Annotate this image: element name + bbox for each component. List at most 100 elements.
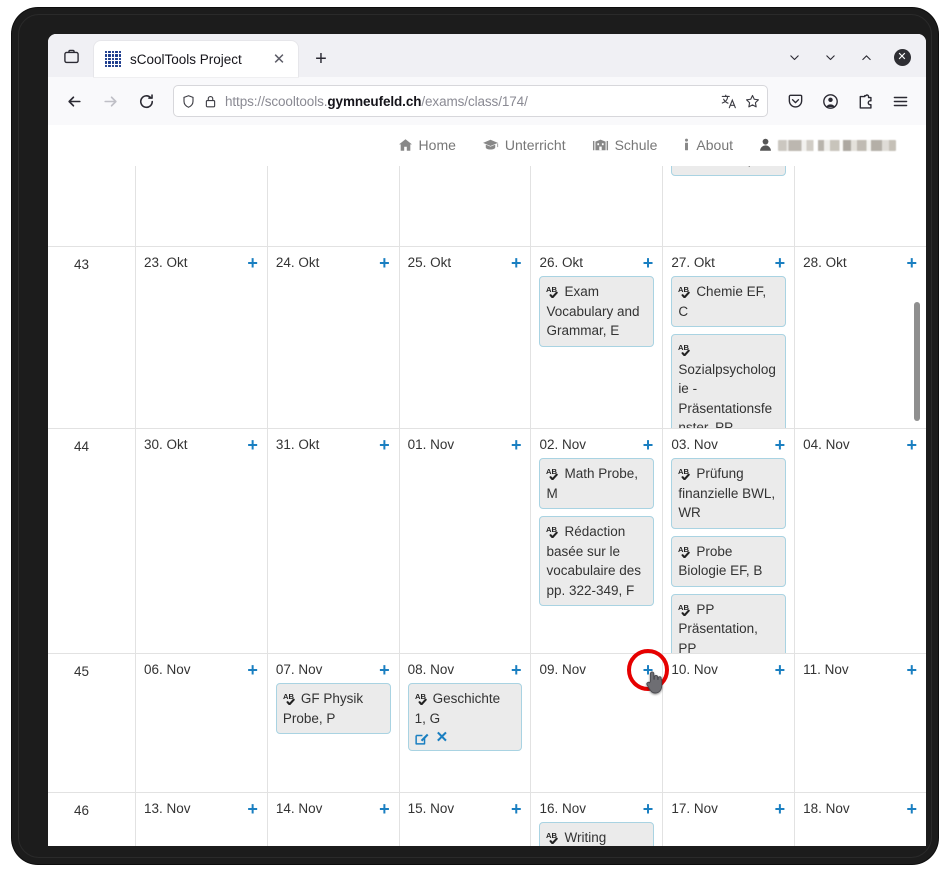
calendar-day-cell: 25. Okt + [400,247,532,428]
pocket-save-button[interactable] [778,84,812,118]
exam-card[interactable]: AB Math Probe, M [539,458,655,509]
exam-card-actions: ✕ [415,730,515,745]
add-exam-button[interactable]: + [774,661,787,679]
back-button[interactable] [57,84,91,118]
site-nav-item-unterricht[interactable]: Unterricht [482,137,566,153]
add-exam-button[interactable]: + [774,800,787,818]
arrow-right-icon [103,95,117,107]
exam-card[interactable]: AB GF Physik Probe, P [275,683,391,734]
site-nav-label: Unterricht [504,137,566,153]
exam-card[interactable]: AB Writing [539,822,655,846]
day-header: 15. Nov + [408,800,523,818]
exam-card[interactable]: ABVerifica di vocabolario, I [671,166,787,176]
spellcheck-icon: AB [546,467,559,480]
lock-icon[interactable] [203,94,218,109]
browser-navigation-toolbar: https://scooltools.gymneufeld.ch/exams/c… [48,77,926,125]
exam-card[interactable]: AB Sozialpsychologie - Präsentationsfenst… [671,334,787,428]
exam-card[interactable]: AB Probe Biologie EF, B [671,535,787,587]
site-nav-item-about[interactable]: About [683,137,733,153]
exam-card[interactable]: AB Exam Vocabulary and Grammar, E [539,276,655,347]
day-date-label: 04. Nov [803,437,850,452]
extensions-button[interactable] [848,84,882,118]
bookmark-star-icon[interactable] [745,94,760,109]
site-nav-user-menu[interactable] [759,138,896,152]
info-icon [685,138,689,151]
scooltools-favicon-icon [105,51,121,67]
exam-card[interactable]: AB Prüfung finanzielle BWL, WR [671,458,787,529]
add-exam-button[interactable]: + [642,436,655,454]
calendar-week-row: 43 23. Okt +24. Okt +25. Okt +26. Okt + AB Exam… [48,246,926,428]
exam-card[interactable]: AB Rédaction basée sur le vocabulaire des… [539,516,655,606]
week-number-cell [48,166,136,246]
translate-icon[interactable] [721,94,738,109]
page-scrollbar[interactable] [911,125,924,846]
page-scrollbar-thumb[interactable] [914,302,920,421]
day-header: 07. Nov + [276,661,391,679]
forward-button[interactable] [93,84,127,118]
chevron-up-icon [861,54,871,60]
exam-card[interactable]: AB Geschichte 1, G ✕ [407,683,523,751]
close-tab-icon[interactable]: ✕ [269,49,289,69]
account-button[interactable] [813,84,847,118]
url-bar[interactable]: https://scooltools.gymneufeld.ch/exams/c… [173,85,768,117]
exam-card[interactable]: AB PP Präsentation, PP [671,593,787,653]
day-header: 31. Okt + [276,436,391,454]
window-close-button[interactable]: ✕ [884,40,920,74]
day-header: 02. Nov + [539,436,655,454]
calendar-day-cell: 09. Nov + [531,654,664,792]
add-exam-button[interactable]: + [246,436,259,454]
week-number-cell: 44 [48,429,136,653]
site-nav-item-schule[interactable]: Schule [592,137,657,153]
calendar-day-cell: 07. Nov + AB GF Physik Probe, P [268,654,400,792]
day-date-label: 13. Nov [144,801,191,816]
add-exam-button[interactable]: + [510,254,523,272]
spellcheck-icon: AB [283,692,295,705]
browser-tab-scooltools[interactable]: sCoolTools Project ✕ [94,41,298,77]
add-exam-button[interactable]: + [642,661,655,679]
exam-card[interactable]: AB Chemie EF, C [671,276,787,327]
day-date-label: 25. Okt [407,255,452,270]
add-exam-button[interactable]: + [378,436,391,454]
app-menu-button[interactable] [883,84,917,118]
day-date-label: 24. Okt [275,255,320,270]
reload-icon [139,93,153,108]
add-exam-button[interactable]: + [246,800,259,818]
add-exam-button[interactable]: + [642,800,655,818]
delete-exam-button[interactable]: ✕ [436,730,449,745]
add-exam-button[interactable]: + [642,254,655,272]
new-tab-button[interactable]: + [304,42,338,76]
add-exam-button[interactable]: + [378,254,391,272]
day-date-label: 08. Nov [407,662,455,677]
firefox-view-button[interactable] [48,37,94,75]
day-date-label: 26. Okt [539,255,584,270]
add-exam-button[interactable]: + [378,661,391,679]
site-nav-item-home[interactable]: Home [398,137,456,153]
calendar-day-cell [531,166,664,246]
calendar-day-cell: 26. Okt + AB Exam Vocabulary and Grammar, E [531,247,664,428]
day-date-label: 28. Okt [803,255,847,270]
day-date-label: 23. Okt [144,255,188,270]
add-exam-button[interactable]: + [774,436,787,454]
add-exam-button[interactable]: + [510,436,523,454]
list-all-tabs-button[interactable] [776,40,812,74]
add-exam-button[interactable]: + [246,254,259,272]
edit-exam-button[interactable] [415,731,429,745]
calendar-day-cell: 04. Nov + [795,429,926,653]
add-exam-button[interactable]: + [510,661,523,679]
calendar-week-row: 44 30. Okt +31. Okt +01. Nov +02. Nov + AB Math… [48,428,926,653]
reload-button[interactable] [129,84,163,118]
add-exam-button[interactable]: + [774,254,787,272]
day-date-label: 11. Nov [803,662,849,677]
add-exam-button[interactable]: + [378,800,391,818]
calendar-day-cell: 08. Nov + AB Geschichte 1, G ✕ [400,654,532,792]
firefox-view-icon [63,49,79,63]
window-minimize-button[interactable] [812,40,848,74]
add-exam-button[interactable]: + [510,800,523,818]
calendar-day-cell [136,166,268,246]
shield-icon[interactable] [181,94,196,109]
add-exam-button[interactable]: + [246,661,259,679]
window-maximize-button[interactable] [848,40,884,74]
calendar-day-cell: 28. Okt + [795,247,926,428]
site-navigation-bar: Home Unterricht Schule About [48,125,926,166]
day-header: 17. Nov + [671,800,787,818]
